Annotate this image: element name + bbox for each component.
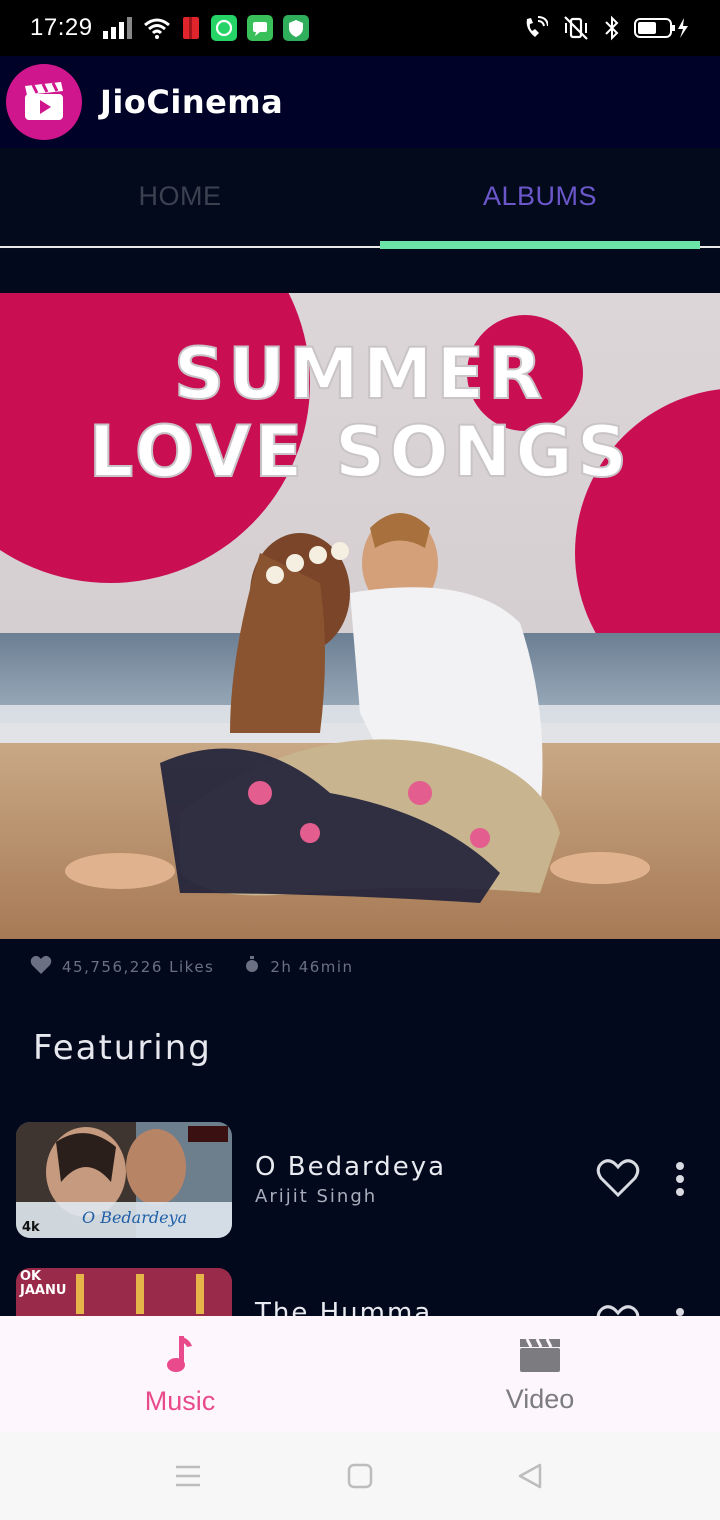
likes-count: 45,756,226 Likes <box>62 958 215 976</box>
status-time: 17:29 <box>30 14 93 41</box>
clapperboard-icon <box>519 1338 561 1376</box>
tab-home[interactable]: HOME <box>0 148 360 244</box>
app-title: JioCinema <box>100 83 284 121</box>
like-icon[interactable] <box>596 1158 640 1202</box>
app-notification-icon <box>181 16 201 40</box>
bottom-navigation: Music Video <box>0 1316 720 1432</box>
thumbnail-caption: O Bedardeya <box>82 1208 188 1227</box>
nav-music-label: Music <box>144 1386 216 1416</box>
wifi-icon <box>143 17 171 39</box>
home-icon[interactable] <box>346 1462 374 1494</box>
album-meta: 45,756,226 Likes 2h 46min <box>30 954 354 980</box>
timer-icon <box>244 956 260 978</box>
album-duration: 2h 46min <box>270 958 354 976</box>
tab-active-indicator <box>380 241 700 249</box>
nav-music[interactable]: Music <box>0 1316 360 1432</box>
section-title: Featuring <box>33 1028 212 1068</box>
bluetooth-icon <box>604 15 620 41</box>
menu-icon[interactable] <box>174 1462 202 1494</box>
tab-albums[interactable]: ALBUMS <box>360 148 720 244</box>
song-row[interactable]: O Bedardeya 4k O Bedardeya Arijit Singh <box>0 1122 720 1238</box>
more-options-icon[interactable] <box>670 1160 690 1202</box>
song-artist: Arijit Singh <box>255 1186 378 1207</box>
system-navigation-bar <box>0 1432 720 1520</box>
shield-icon <box>282 15 309 41</box>
app-logo[interactable] <box>6 64 82 140</box>
signal-icon <box>102 17 133 39</box>
banner-title-line2: LOVE SONGS <box>88 410 632 494</box>
wifi-call-icon <box>522 15 548 41</box>
nav-video[interactable]: Video <box>360 1316 720 1432</box>
message-icon <box>246 15 273 41</box>
back-icon[interactable] <box>516 1462 544 1494</box>
song-title: O Bedardeya <box>255 1152 447 1182</box>
nav-video-label: Video <box>505 1384 575 1414</box>
song-thumbnail[interactable]: O Bedardeya 4k <box>16 1122 232 1238</box>
app-bar: JioCinema <box>0 56 720 148</box>
tab-bar: HOME ALBUMS <box>0 148 720 250</box>
thumbnail-badge: 4k <box>22 1220 40 1235</box>
clapperboard-play-icon <box>25 82 63 120</box>
album-banner[interactable]: SUMMER LOVE SONGS <box>0 293 720 939</box>
heart-icon <box>30 955 52 979</box>
battery-icon <box>634 15 690 41</box>
status-bar: 17:29 <box>0 0 720 56</box>
banner-title-line1: SUMMER <box>173 332 547 416</box>
whatsapp-icon <box>210 15 237 41</box>
vibrate-off-icon <box>562 15 590 41</box>
music-note-icon <box>165 1334 195 1378</box>
thumbnail-caption: OK JAANU <box>20 1269 67 1298</box>
